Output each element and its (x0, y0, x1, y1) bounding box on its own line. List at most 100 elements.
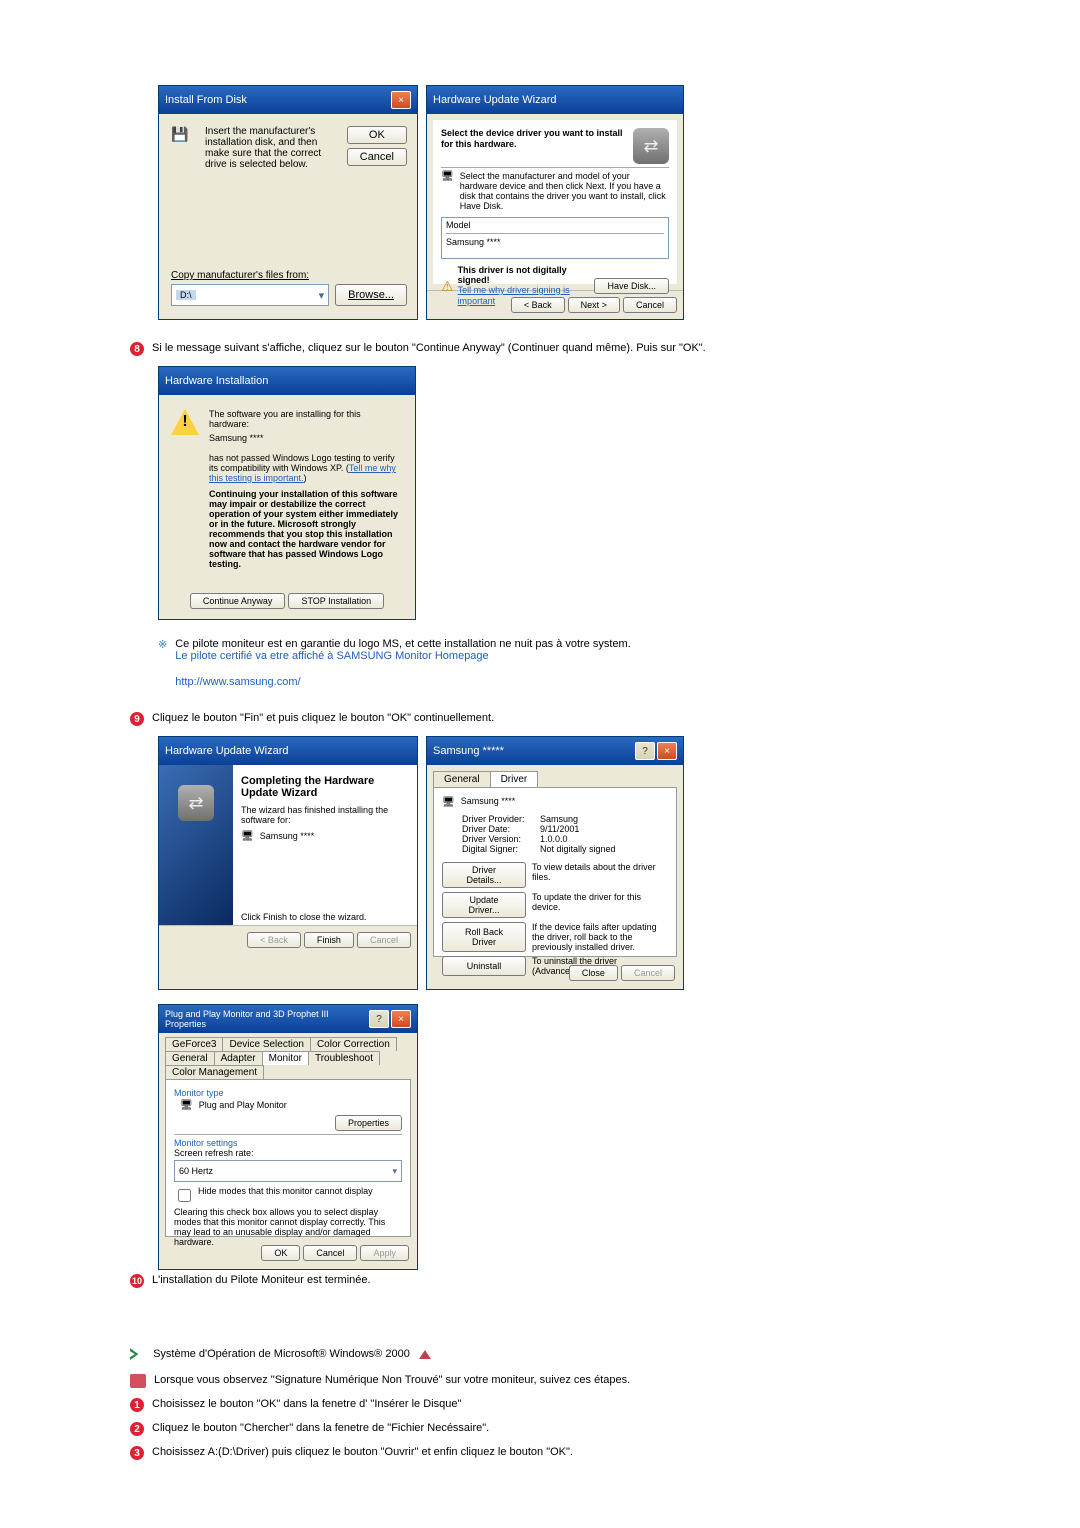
hwinst-line1: The software you are installing for this… (209, 409, 403, 429)
step-9-badge: 9 (130, 712, 144, 726)
stop-installation-button[interactable]: STOP Installation (288, 593, 384, 609)
close-icon[interactable]: × (657, 742, 677, 760)
tell-me-link[interactable]: Tell me why driver signing is important (458, 285, 570, 306)
bullet-3-text: Choisissez A:(D:\Driver) puis cliquez le… (152, 1446, 573, 1458)
close-button[interactable]: Close (569, 965, 618, 981)
huw-titlebar: Hardware Update Wizard (427, 86, 683, 114)
monitor-icon (441, 171, 454, 211)
close-icon[interactable]: × (391, 91, 411, 109)
hardware-update-wizard-done-window: Hardware Update Wizard ⇄ Completing the … (158, 736, 418, 990)
big-warning-icon: ! (171, 409, 199, 435)
props-device: Samsung **** (461, 796, 516, 808)
huwdone-heading: Completing the Hardware Update Wizard (241, 775, 409, 799)
monitor-icon (442, 796, 455, 808)
continue-anyway-button[interactable]: Continue Anyway (190, 593, 286, 609)
tab-troubleshoot[interactable]: Troubleshoot (308, 1051, 380, 1065)
wizard-done-icon: ⇄ (178, 785, 214, 821)
step-8-text: Si le message suivant s'affiche, cliquez… (152, 342, 706, 354)
tab-device-selection[interactable]: Device Selection (222, 1037, 310, 1051)
huwdone-line2: Samsung **** (260, 831, 315, 842)
step-10-badge: 10 (130, 1274, 144, 1288)
bullet-2-text: Cliquez le bouton "Chercher" dans la fen… (152, 1422, 489, 1434)
tab-monitor[interactable]: Monitor (262, 1051, 309, 1065)
bullet-2-badge: 2 (130, 1422, 144, 1436)
model-label: Model (446, 220, 664, 230)
monitor-type-value: Plug and Play Monitor (199, 1100, 287, 1111)
wizard-icon: ⇄ (633, 128, 669, 164)
huw-instruction: Select the manufacturer and model of you… (460, 171, 669, 211)
note-line1: Ce pilote moniteur est en garantie du lo… (175, 638, 631, 650)
browse-button[interactable]: Browse... (335, 284, 407, 306)
disk-icon (171, 126, 197, 170)
disp-title: Plug and Play Monitor and 3D Prophet III… (165, 1009, 369, 1029)
tab-color-correction[interactable]: Color Correction (310, 1037, 397, 1051)
hwinst-warning-text: Continuing your installation of this sof… (209, 489, 403, 569)
arrow-up-icon[interactable] (419, 1350, 431, 1359)
bullet-1-text: Choisissez le bouton "OK" dans la fenetr… (152, 1398, 461, 1410)
tab-general[interactable]: General (433, 771, 491, 787)
driver-details-button[interactable]: Driver Details... (442, 862, 526, 888)
update-driver-button[interactable]: Update Driver... (442, 892, 526, 918)
hardware-update-wizard-select-window: Hardware Update Wizard Select the device… (426, 85, 684, 320)
ifd-title: Install From Disk (165, 94, 247, 106)
done-back-button: < Back (247, 932, 301, 948)
signature-icon (130, 1374, 146, 1388)
huw-title: Hardware Update Wizard (433, 94, 557, 106)
props-title: Samsung ***** (433, 745, 504, 757)
monitor-icon (241, 831, 254, 842)
uninstall-button[interactable]: Uninstall (442, 956, 526, 976)
hwinst-title: Hardware Installation (165, 375, 268, 387)
huwdone-line3: Click Finish to close the wizard. (241, 912, 409, 922)
hwinst-line2: Samsung **** (209, 433, 403, 443)
huwdone-title: Hardware Update Wizard (165, 745, 289, 757)
cancel-button[interactable]: Cancel (347, 148, 407, 166)
arrow-right-icon (130, 1348, 142, 1360)
ifd-instruction: Insert the manufacturer's installation d… (205, 126, 339, 170)
note-line2: Le pilote certifié va etre affiché à SAM… (175, 650, 631, 662)
display-properties-window: Plug and Play Monitor and 3D Prophet III… (158, 1004, 418, 1270)
help-icon[interactable]: ? (369, 1010, 389, 1028)
tab-driver[interactable]: Driver (490, 771, 539, 787)
huwdone-line1: The wizard has finished installing the s… (241, 805, 409, 825)
tab-color-management[interactable]: Color Management (165, 1065, 264, 1079)
hardware-installation-window: Hardware Installation ! The software you… (158, 366, 416, 620)
tab-geforce3[interactable]: GeForce3 (165, 1037, 223, 1051)
ok-button[interactable]: OK (347, 126, 407, 144)
hwinst-titlebar: Hardware Installation (159, 367, 415, 395)
have-disk-button[interactable]: Have Disk... (594, 278, 669, 294)
huw-heading: Select the device driver you want to ins… (441, 128, 623, 149)
props-cancel-button: Cancel (621, 965, 675, 981)
copy-from-input[interactable]: D:\▾ (171, 284, 329, 306)
install-from-disk-window: Install From Disk × Insert the manufactu… (158, 85, 418, 320)
tab-general2[interactable]: General (165, 1051, 215, 1065)
refresh-rate-label: Screen refresh rate: (174, 1148, 402, 1158)
samsung-url[interactable]: http://www.samsung.com/ (175, 676, 300, 688)
model-value: Samsung **** (446, 237, 664, 247)
disp-ok-button[interactable]: OK (261, 1245, 300, 1261)
ifd-titlebar: Install From Disk × (159, 86, 417, 114)
close-icon[interactable]: × (391, 1010, 411, 1028)
step-10-text: L'installation du Pilote Moniteur est te… (152, 1274, 371, 1286)
tab-adapter[interactable]: Adapter (214, 1051, 263, 1065)
hide-modes-checkbox[interactable]: Hide modes that this monitor cannot disp… (174, 1186, 402, 1205)
done-cancel-button: Cancel (357, 932, 411, 948)
note-star-icon: ※ (158, 638, 167, 651)
properties-button[interactable]: Properties (335, 1115, 402, 1131)
help-icon[interactable]: ? (635, 742, 655, 760)
refresh-rate-select[interactable]: 60 Hertz▾ (174, 1160, 402, 1182)
monitor-settings-label: Monitor settings (174, 1138, 402, 1148)
step-9-text: Cliquez le bouton "Fin" et puis cliquez … (152, 712, 494, 724)
disp-cancel-button[interactable]: Cancel (303, 1245, 357, 1261)
model-listbox[interactable]: Model Samsung **** (441, 217, 669, 259)
unsigned-text: This driver is not digitally signed! (458, 265, 591, 285)
monitor-icon (180, 1100, 193, 1111)
signature-step-text: Lorsque vous observez "Signature Numériq… (154, 1374, 630, 1386)
roll-back-driver-button[interactable]: Roll Back Driver (442, 922, 526, 952)
warning-icon (441, 278, 454, 295)
bullet-3-badge: 3 (130, 1446, 144, 1460)
os2000-heading: Système d'Opération de Microsoft® Window… (153, 1348, 410, 1360)
copy-from-label: Copy manufacturer's files from: (171, 270, 407, 281)
driver-properties-window: Samsung *****?× GeneralDriver Samsung **… (426, 736, 684, 990)
monitor-type-label: Monitor type (174, 1088, 402, 1098)
finish-button[interactable]: Finish (304, 932, 354, 948)
